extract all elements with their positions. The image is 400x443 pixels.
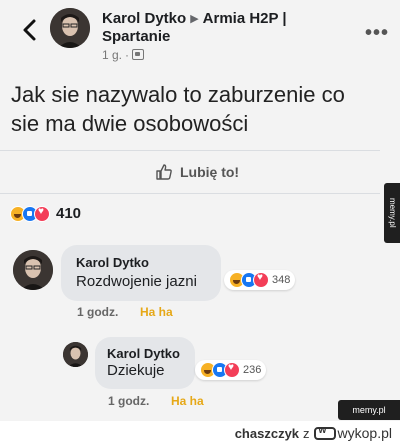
post-text: Jak sie nazywalo to zaburzenie co sie ma… [11,82,345,136]
friends-icon [132,49,145,60]
memy-side-watermark: memy.pl [384,183,400,243]
more-options-icon[interactable]: ••• [365,22,389,45]
comment-reaction-count: 348 [272,274,291,286]
comment-text: Rozdwojenie jazni [76,273,197,290]
like-button-label: Lubię to! [180,164,240,180]
post-group-name[interactable]: Armia H2P | [203,10,287,27]
credit-site[interactable]: wykop.pl [338,425,392,441]
love-reaction-icon [34,205,50,222]
love-reaction-icon [224,362,240,378]
reply-reaction-count: 236 [243,364,262,376]
back-chevron-icon[interactable] [20,18,40,42]
post-time[interactable]: 1 g. [102,48,122,62]
wykop-credit: chaszczyk z wykop.pl [235,425,392,442]
reply-reactions[interactable]: 236 [195,360,267,380]
post-author-name[interactable]: Karol Dytko [102,10,186,27]
arrow-right-icon: ▶ [190,13,199,25]
divider [0,150,380,151]
reply-haha-button[interactable]: Ha ha [171,394,204,408]
reply-avatar[interactable] [63,342,88,367]
comment-author[interactable]: Karol Dytko [76,255,149,270]
comment-reactions[interactable]: 348 [224,270,296,290]
comment-haha-button[interactable]: Ha ha [140,305,173,319]
memy-watermark-badge: memy.pl [338,400,400,420]
love-reaction-icon [253,272,269,288]
post-author-avatar[interactable] [50,8,90,48]
wykop-logo-icon [313,425,336,440]
post-reaction-count: 410 [56,205,82,222]
credit-separator: z [303,425,310,441]
reply-author[interactable]: Karol Dytko [107,346,180,361]
post-author-line: Karol Dytko ▶ Armia H2P | [102,10,287,27]
comment-time[interactable]: 1 godz. [77,305,118,319]
comment-avatar[interactable] [13,250,53,290]
post-meta: 1 g. · [102,48,145,62]
divider [0,193,380,194]
reply-text: Dziekuje [107,362,165,379]
post-reactions[interactable]: 410 [10,205,81,222]
credit-user[interactable]: chaszczyk [235,426,299,441]
post-group-name-continued[interactable]: Spartanie [102,28,170,45]
reply-time[interactable]: 1 godz. [108,394,149,408]
like-button[interactable]: Lubię to! [155,161,239,183]
thumbs-up-icon [156,164,172,180]
